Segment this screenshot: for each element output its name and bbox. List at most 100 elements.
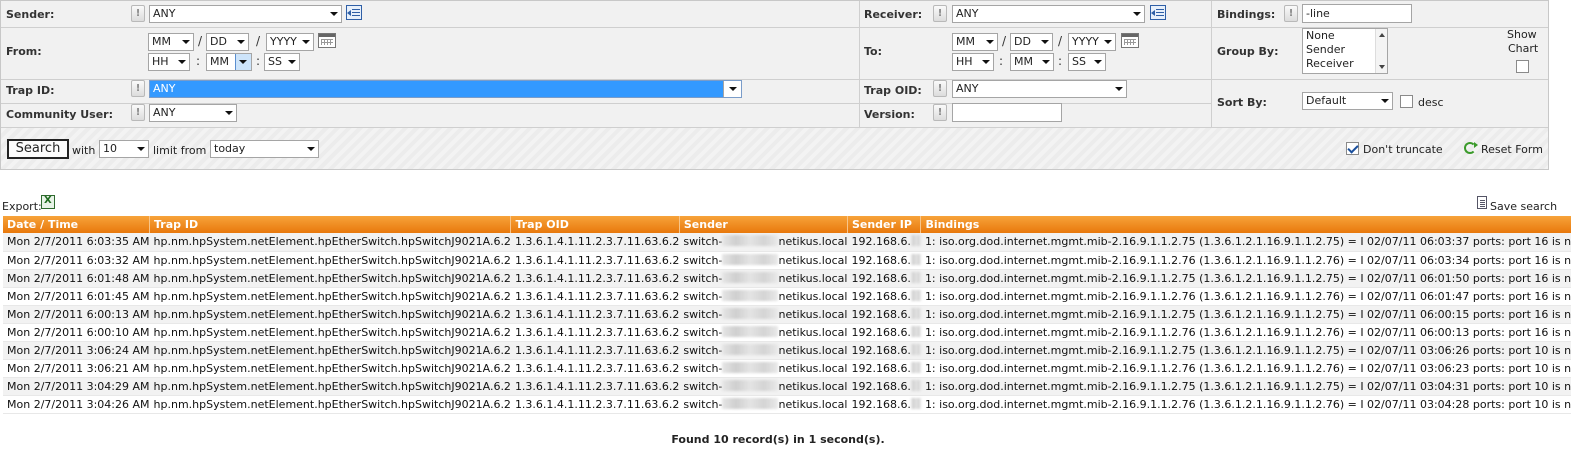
sender-value: ANY bbox=[153, 7, 176, 20]
show-chart-checkbox[interactable] bbox=[1516, 60, 1529, 73]
sender-negate-toggle[interactable]: ! bbox=[131, 5, 145, 22]
cell-sender: switch-netikus.local bbox=[679, 377, 848, 396]
cell-sender: switch-netikus.local bbox=[679, 233, 848, 252]
cell-datetime: Mon 2/7/2011 3:04:26 AM bbox=[3, 395, 150, 414]
cell-sender-ip: 192.168.6. bbox=[847, 323, 921, 342]
cell-trap-oid: 1.3.6.1.4.1.11.2.3.7.11.63.6.2 bbox=[510, 359, 680, 378]
version-input[interactable] bbox=[952, 103, 1062, 122]
from-month-select[interactable]: MM bbox=[148, 33, 194, 51]
cell-trap-id: hp.nm.hpSystem.netElement.hpEtherSwitch.… bbox=[149, 341, 511, 360]
group-by-listbox[interactable]: None Sender Receiver bbox=[1302, 28, 1388, 74]
save-search-link[interactable]: Save search bbox=[1490, 200, 1557, 213]
to-calendar-icon[interactable] bbox=[1121, 33, 1139, 48]
table-row[interactable]: Mon 2/7/2011 6:01:45 AM hp.nm.hpSystem.n… bbox=[3, 287, 1571, 306]
trap-oid-value: ANY bbox=[956, 82, 979, 95]
cell-datetime: Mon 2/7/2011 6:03:35 AM bbox=[3, 233, 150, 252]
cell-datetime: Mon 2/7/2011 6:00:13 AM bbox=[3, 305, 150, 324]
community-user-select[interactable]: ANY bbox=[149, 104, 237, 122]
group-by-scrollbar[interactable] bbox=[1375, 29, 1387, 73]
receiver-select[interactable]: ANY bbox=[952, 5, 1145, 23]
cell-bindings: 1: iso.org.dod.internet.mgmt.mib-2.16.9.… bbox=[920, 251, 1571, 270]
reset-form-link[interactable]: Reset Form bbox=[1481, 143, 1543, 156]
redacted-block bbox=[910, 271, 921, 283]
cell-trap-id: hp.nm.hpSystem.netElement.hpEtherSwitch.… bbox=[149, 287, 511, 306]
to-hour-select[interactable]: HH bbox=[952, 53, 994, 71]
cell-sender-ip: 192.168.6. bbox=[847, 359, 921, 378]
sort-by-label: Sort By: bbox=[1217, 96, 1267, 109]
table-row[interactable]: Mon 2/7/2011 6:00:10 AM hp.nm.hpSystem.n… bbox=[3, 323, 1571, 342]
sender-label: Sender: bbox=[6, 8, 55, 21]
community-user-negate-toggle[interactable]: ! bbox=[131, 104, 145, 121]
column-header-bindings[interactable]: Bindings bbox=[920, 216, 1571, 233]
cell-bindings: 1: iso.org.dod.internet.mgmt.mib-2.16.9.… bbox=[920, 395, 1571, 414]
column-header-datetime[interactable]: Date / Time bbox=[3, 216, 151, 233]
desc-checkbox[interactable] bbox=[1400, 95, 1413, 108]
dont-truncate-checkbox[interactable] bbox=[1346, 142, 1359, 155]
to-year-select[interactable]: YYYY bbox=[1068, 33, 1116, 51]
to-label: To: bbox=[864, 45, 882, 58]
from-second-select[interactable]: SS bbox=[264, 53, 300, 71]
from-minute-select[interactable]: MM bbox=[206, 53, 252, 71]
receiver-picker-icon[interactable] bbox=[1150, 5, 1166, 20]
save-search-icon[interactable] bbox=[1477, 196, 1487, 209]
from-hour-select[interactable]: HH bbox=[148, 53, 190, 71]
sender-select[interactable]: ANY bbox=[149, 5, 342, 23]
reset-icon[interactable] bbox=[1464, 142, 1478, 154]
version-negate-toggle[interactable]: ! bbox=[933, 104, 947, 121]
redacted-block bbox=[910, 325, 921, 337]
show-chart-label-1: Show bbox=[1507, 28, 1537, 41]
table-row[interactable]: Mon 2/7/2011 3:04:26 AM hp.nm.hpSystem.n… bbox=[3, 395, 1571, 414]
cell-trap-id: hp.nm.hpSystem.netElement.hpEtherSwitch.… bbox=[149, 251, 511, 270]
table-row[interactable]: Mon 2/7/2011 6:03:32 AM hp.nm.hpSystem.n… bbox=[3, 251, 1571, 270]
table-row[interactable]: Mon 2/7/2011 3:06:24 AM hp.nm.hpSystem.n… bbox=[3, 341, 1571, 360]
trap-oid-negate-toggle[interactable]: ! bbox=[933, 80, 947, 97]
sender-picker-icon[interactable] bbox=[346, 5, 362, 20]
column-header-sender[interactable]: Sender bbox=[679, 216, 848, 233]
sort-by-value: Default bbox=[1306, 94, 1347, 107]
table-row[interactable]: Mon 2/7/2011 6:03:35 AM hp.nm.hpSystem.n… bbox=[3, 233, 1571, 252]
limit-select[interactable]: 10 bbox=[99, 140, 149, 158]
redacted-block bbox=[722, 235, 779, 247]
trap-id-negate-toggle[interactable]: ! bbox=[131, 80, 145, 97]
column-header-trap-id[interactable]: Trap ID bbox=[149, 216, 512, 233]
search-button[interactable]: Search bbox=[7, 139, 69, 159]
redacted-block bbox=[722, 271, 779, 283]
cell-sender-ip: 192.168.6. bbox=[847, 233, 921, 252]
table-row[interactable]: Mon 2/7/2011 3:06:21 AM hp.nm.hpSystem.n… bbox=[3, 359, 1571, 378]
receiver-value: ANY bbox=[956, 7, 979, 20]
receiver-label: Receiver: bbox=[864, 8, 923, 21]
from-label: From: bbox=[6, 45, 42, 58]
cell-trap-id: hp.nm.hpSystem.netElement.hpEtherSwitch.… bbox=[149, 359, 511, 378]
cell-trap-oid: 1.3.6.1.4.1.11.2.3.7.11.63.6.2 bbox=[510, 377, 680, 396]
to-day-select[interactable]: DD bbox=[1010, 33, 1053, 51]
from-day-select[interactable]: DD bbox=[206, 33, 249, 51]
from-year-select[interactable]: YYYY bbox=[266, 33, 314, 51]
to-minute-select[interactable]: MM bbox=[1010, 53, 1054, 71]
table-row[interactable]: Mon 2/7/2011 6:01:48 AM hp.nm.hpSystem.n… bbox=[3, 269, 1571, 288]
bindings-input[interactable]: -line bbox=[1302, 4, 1412, 23]
receiver-negate-toggle[interactable]: ! bbox=[933, 5, 947, 22]
bindings-label: Bindings: bbox=[1217, 8, 1276, 21]
column-header-sender-ip[interactable]: Sender IP bbox=[847, 216, 922, 233]
records-found-status: Found 10 record(s) in 1 second(s). bbox=[671, 433, 885, 446]
sort-by-select[interactable]: Default bbox=[1302, 92, 1393, 110]
table-row[interactable]: Mon 2/7/2011 3:04:29 AM hp.nm.hpSystem.n… bbox=[3, 377, 1571, 396]
from-calendar-icon[interactable] bbox=[318, 33, 336, 48]
table-row[interactable]: Mon 2/7/2011 6:00:13 AM hp.nm.hpSystem.n… bbox=[3, 305, 1571, 324]
export-label: Export: bbox=[2, 200, 42, 213]
to-second-select[interactable]: SS bbox=[1068, 53, 1106, 71]
to-month-select[interactable]: MM bbox=[952, 33, 998, 51]
cell-sender-ip: 192.168.6. bbox=[847, 341, 921, 360]
bindings-negate-toggle[interactable]: ! bbox=[1284, 5, 1298, 22]
cell-bindings: 1: iso.org.dod.internet.mgmt.mib-2.16.9.… bbox=[920, 359, 1571, 378]
excel-export-icon[interactable] bbox=[41, 195, 55, 209]
trap-oid-select[interactable]: ANY bbox=[952, 80, 1127, 98]
cell-trap-id: hp.nm.hpSystem.netElement.hpEtherSwitch.… bbox=[149, 233, 511, 252]
trap-id-select[interactable]: ANY bbox=[149, 80, 742, 98]
cell-trap-oid: 1.3.6.1.4.1.11.2.3.7.11.63.6.2 bbox=[510, 233, 680, 252]
column-header-trap-oid[interactable]: Trap OID bbox=[510, 216, 680, 233]
limit-from-select[interactable]: today bbox=[210, 140, 319, 158]
cell-trap-oid: 1.3.6.1.4.1.11.2.3.7.11.63.6.2 bbox=[510, 323, 680, 342]
cell-trap-oid: 1.3.6.1.4.1.11.2.3.7.11.63.6.2 bbox=[510, 305, 680, 324]
cell-sender: switch-netikus.local bbox=[679, 251, 848, 270]
